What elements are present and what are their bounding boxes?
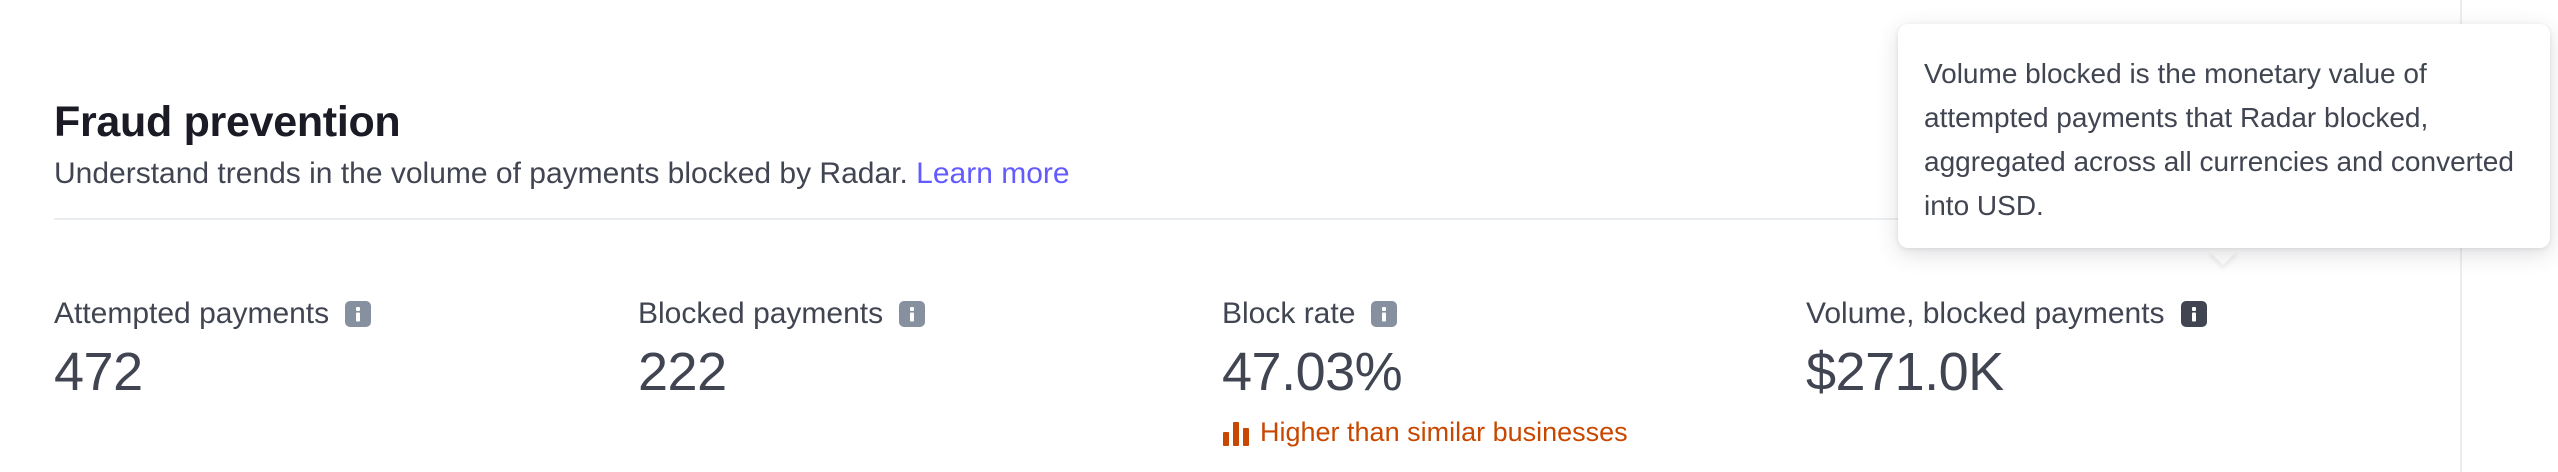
metric-label-row: Block rate <box>1222 294 1782 334</box>
info-icon[interactable] <box>2180 301 2207 327</box>
section-subtitle: Understand trends in the volume of payme… <box>54 152 1934 196</box>
section-title: Fraud prevention <box>54 98 401 146</box>
comparison-indicator: Higher than similar businesses <box>1222 414 1782 450</box>
metric-blocked-payments: Blocked payments 222 <box>638 294 1198 406</box>
metric-label: Block rate <box>1222 297 1356 330</box>
metric-label: Attempted payments <box>54 297 330 330</box>
tooltip-text: Volume blocked is the monetary value of … <box>1924 58 2514 221</box>
header-divider <box>54 218 1914 220</box>
metric-label: Volume, blocked payments <box>1806 297 2165 330</box>
info-icon[interactable] <box>345 301 372 327</box>
subtitle-text: Understand trends in the volume of payme… <box>54 157 908 190</box>
info-icon[interactable] <box>1371 301 1398 327</box>
info-tooltip: Volume blocked is the monetary value of … <box>1898 24 2550 248</box>
metric-value: 472 <box>54 342 143 402</box>
bar-chart-icon <box>1223 422 1249 446</box>
metric-label-row: Volume, blocked payments <box>1806 294 2366 334</box>
metric-value: 47.03% <box>1222 342 1403 402</box>
metric-label-row: Blocked payments <box>638 294 1198 334</box>
metric-volume-blocked-payments: Volume, blocked payments $271.0K <box>1806 294 2366 406</box>
metric-block-rate: Block rate 47.03% Higher than similar bu… <box>1222 294 1782 450</box>
metric-attempted-payments: Attempted payments 472 <box>54 294 614 406</box>
section-header: Fraud prevention Understand trends in th… <box>54 94 1934 196</box>
metric-label: Blocked payments <box>638 297 884 330</box>
fraud-prevention-page: Fraud prevention Understand trends in th… <box>0 0 2558 472</box>
metric-value: 222 <box>638 342 727 402</box>
comparison-text: Higher than similar businesses <box>1260 417 1628 447</box>
info-icon[interactable] <box>899 301 926 327</box>
metric-label-row: Attempted payments <box>54 294 614 334</box>
learn-more-link[interactable]: Learn more <box>916 157 1069 190</box>
metric-value: $271.0K <box>1806 342 2004 402</box>
